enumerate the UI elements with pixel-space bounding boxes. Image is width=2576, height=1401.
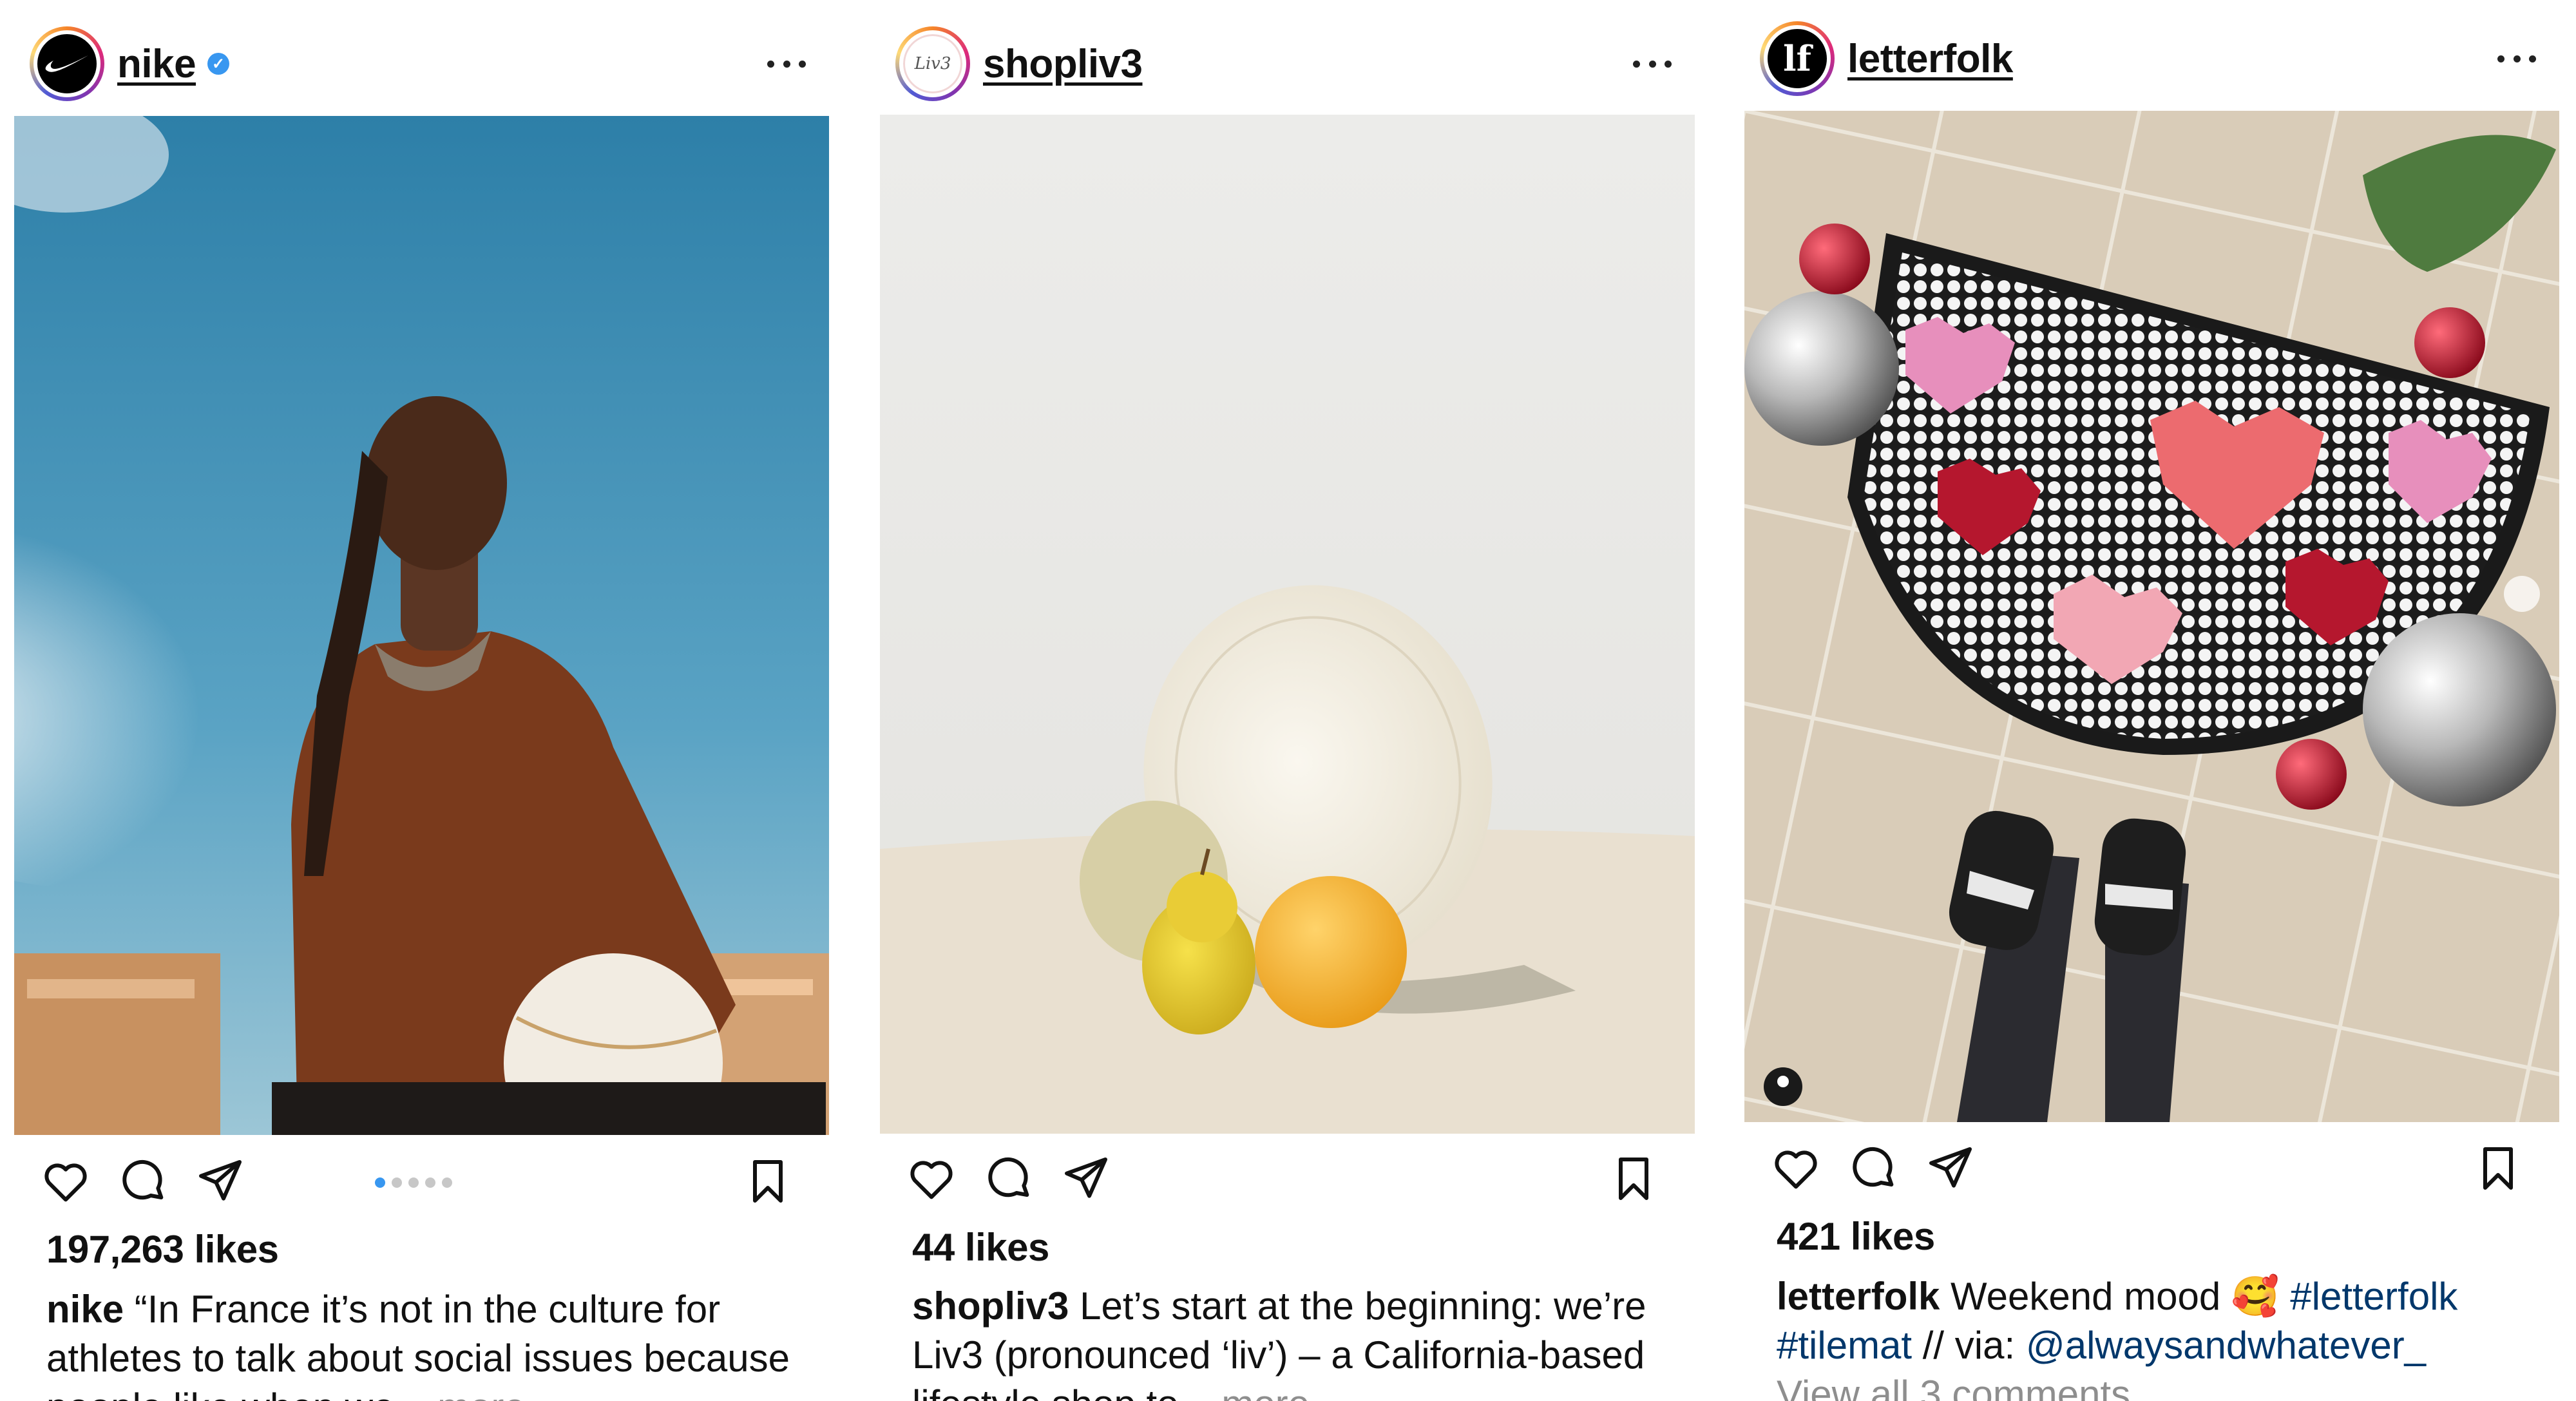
more-link[interactable]: more [1211, 1382, 1310, 1401]
avatar[interactable]: lf [1760, 21, 1835, 96]
mention-link[interactable]: @alwaysandwhatever_ [2026, 1324, 2426, 1367]
nike-swoosh-icon [33, 30, 100, 97]
heart-icon[interactable] [40, 1156, 91, 1207]
caption-text: Weekend mood 🥰 [1940, 1275, 2291, 1318]
liv3-logo-icon: Liv3 [899, 30, 966, 97]
view-comments-link[interactable]: View all 3 comments [1777, 1372, 2130, 1401]
bookmark-icon[interactable] [1608, 1153, 1659, 1205]
share-icon[interactable] [1925, 1143, 1976, 1194]
username[interactable]: letterfolk [1847, 36, 2013, 82]
hashtag-letterfolk[interactable]: #letterfolk [2290, 1275, 2457, 1318]
more-options-icon[interactable] [1633, 57, 1672, 70]
caption: shopliv3 Let’s start at the beginning: w… [912, 1282, 1669, 1401]
caption: letterfolk Weekend mood 🥰 #letterfolk #t… [1777, 1272, 2533, 1370]
more-options-icon[interactable] [767, 57, 806, 70]
likes-count[interactable]: 421 likes [1777, 1214, 1935, 1259]
post-image[interactable] [880, 115, 1695, 1134]
carousel-indicator [375, 1177, 452, 1188]
action-bar [14, 1147, 829, 1217]
username[interactable]: shopliv3 [983, 41, 1143, 87]
hashtag-tilemat[interactable]: #tilemat [1777, 1324, 1912, 1367]
caption: nike “In France it’s not in the culture … [46, 1285, 803, 1401]
more-options-icon[interactable] [2497, 52, 2536, 65]
avatar[interactable]: Liv3 [895, 26, 970, 101]
post-header: Liv3 shopliv3 [880, 9, 1695, 119]
share-icon[interactable] [1060, 1153, 1112, 1205]
caption-text: “In France it’s not in the culture for a… [46, 1288, 790, 1401]
more-link[interactable]: more [426, 1386, 526, 1401]
heart-icon[interactable] [1770, 1143, 1822, 1194]
post-header: lf letterfolk [1744, 4, 2559, 113]
avatar[interactable] [30, 26, 104, 101]
avatar-logo-text: lf [1783, 38, 1811, 79]
heart-icon[interactable] [906, 1153, 957, 1205]
post-image[interactable] [14, 116, 829, 1135]
letterfolk-logo-icon: lf [1764, 25, 1831, 92]
comment-icon[interactable] [1847, 1143, 1899, 1194]
likes-count[interactable]: 197,263 likes [46, 1227, 279, 1272]
avatar-logo-text: Liv3 [914, 54, 951, 73]
likes-count[interactable]: 44 likes [912, 1225, 1049, 1270]
username[interactable]: nike [117, 41, 196, 87]
comment-icon[interactable] [117, 1156, 169, 1207]
share-icon[interactable] [195, 1156, 246, 1207]
comment-icon[interactable] [983, 1153, 1035, 1205]
action-bar [1744, 1134, 2559, 1205]
via-text: // via: [1912, 1324, 2026, 1367]
post-shopliv3: Liv3 shopliv3 44 likes shopliv3 Let’s st… [880, 0, 1695, 1401]
caption-username[interactable]: letterfolk [1777, 1275, 1940, 1318]
caption-username[interactable]: shopliv3 [912, 1284, 1069, 1328]
post-nike: nike ✓ 197,263 likes nike “In France it’… [14, 0, 829, 1401]
action-bar [880, 1144, 1695, 1215]
post-image[interactable] [1744, 111, 2559, 1122]
bookmark-icon[interactable] [742, 1156, 794, 1207]
caption-username[interactable]: nike [46, 1288, 124, 1331]
post-header: nike ✓ [14, 9, 829, 119]
post-letterfolk: lf letterfolk 421 likes letterfolk Weeke… [1744, 0, 2559, 1401]
verified-badge-icon: ✓ [207, 53, 229, 75]
bookmark-icon[interactable] [2472, 1143, 2524, 1194]
